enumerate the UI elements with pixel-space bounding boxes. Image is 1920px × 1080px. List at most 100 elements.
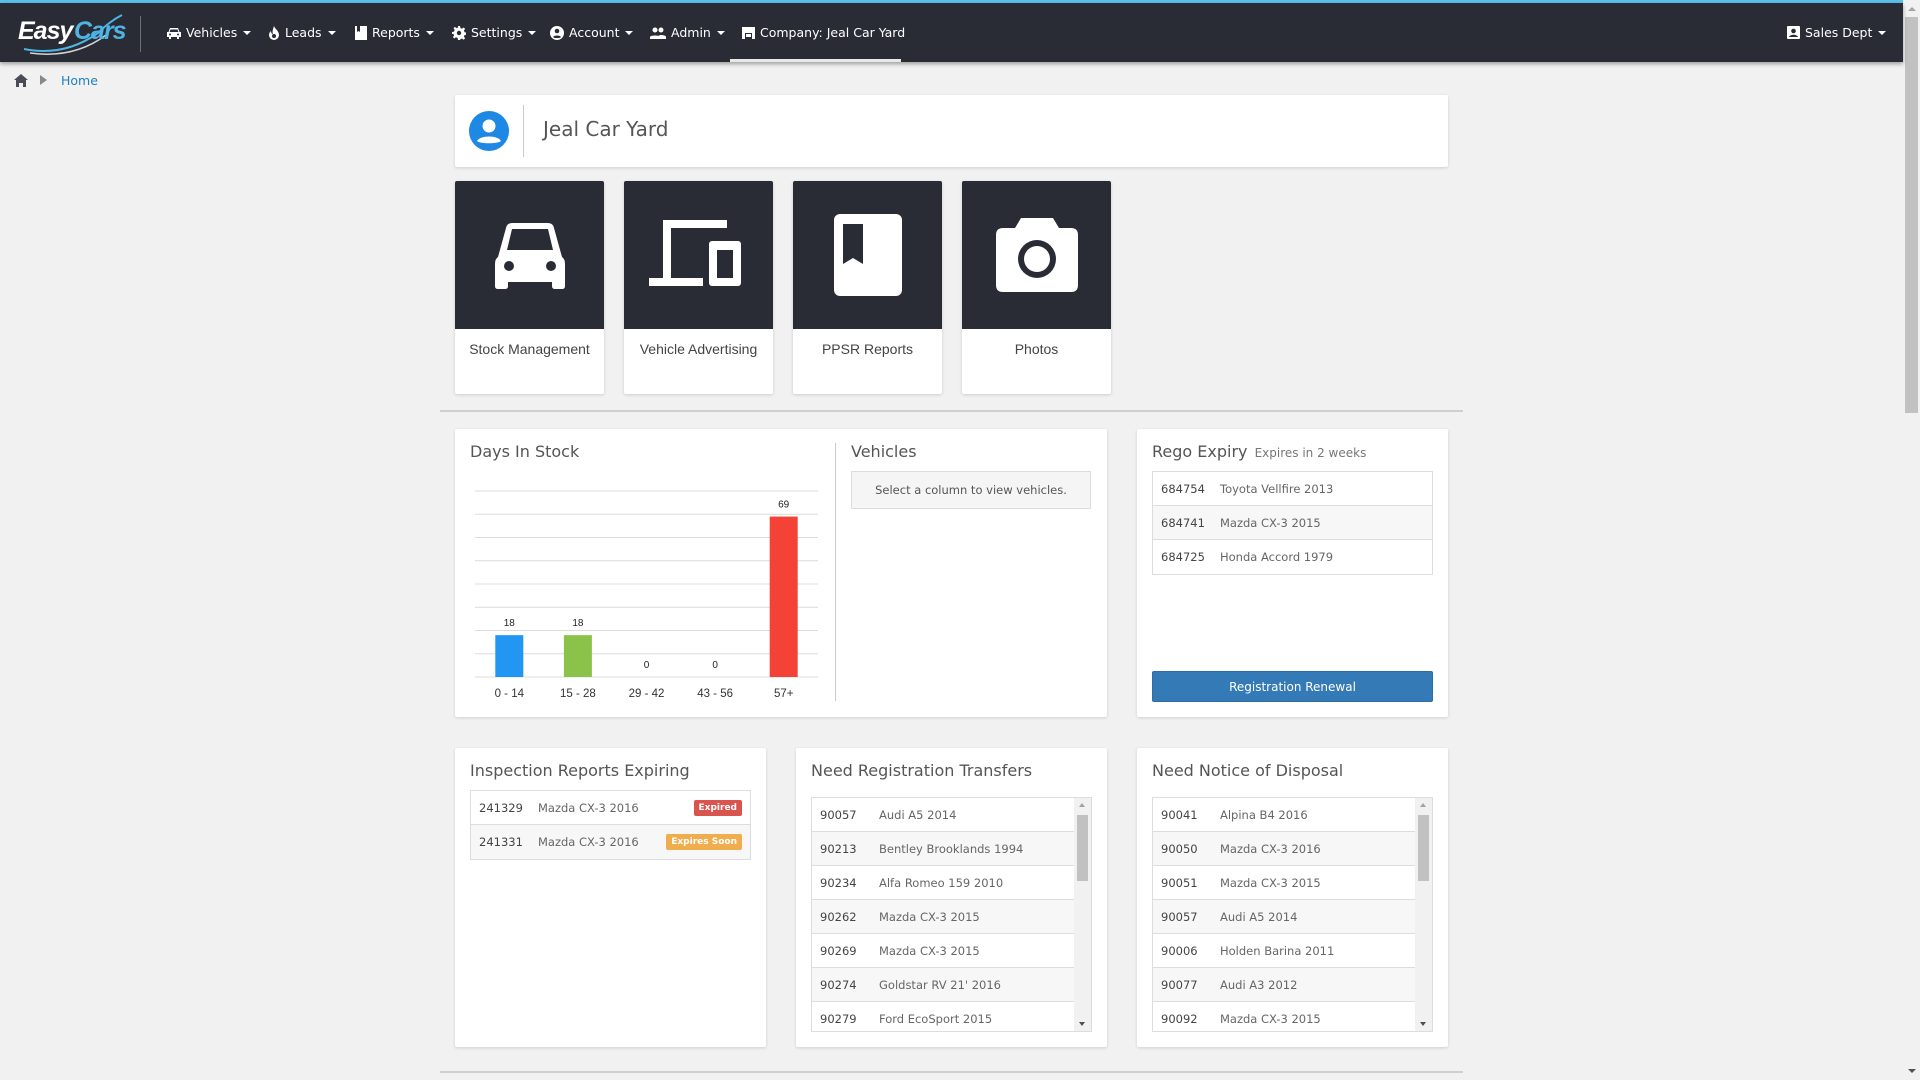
vehicle-id: 90006 [1161,943,1198,958]
list-item[interactable]: 684725 Honda Accord 1979 [1153,540,1432,574]
vehicle-name: Holden Barina 2011 [1220,943,1335,958]
list-item[interactable]: 684741 Mazda CX-3 2015 [1153,506,1432,540]
nav-sales-dept[interactable]: Sales Dept [1787,3,1887,62]
registration-transfers-scroll[interactable]: 90057 Audi A5 2014 90213 Bentley Brooklands… [811,797,1092,1032]
list-item[interactable]: 90279 Ford EcoSport 2015 [812,1002,1075,1031]
logo-text-easy: Easy [18,17,73,45]
scroll-down-arrow-icon[interactable] [1079,1022,1085,1026]
chevron-down-icon [716,30,725,35]
vehicle-name: Goldstar RV 21' 2016 [879,977,1001,992]
list-item[interactable]: 90234 Alfa Romeo 159 2010 [812,866,1075,900]
vehicles-title: Vehicles [851,442,917,461]
tile-photos[interactable]: Photos [962,181,1111,394]
rego-expiry-card: Rego Expiry Expires in 2 weeks 684754 Toy… [1137,429,1448,717]
nav-leads-label: Leads [285,25,322,40]
section-divider [440,1071,1463,1073]
list-item[interactable]: 90077 Audi A3 2012 [1153,968,1416,1002]
tile-label: Photos [1014,341,1059,357]
breadcrumb-home-link[interactable]: Home [61,73,98,88]
list-item[interactable]: 90050 Mazda CX-3 2016 [1153,832,1416,866]
rego-expiry-subtitle: Expires in 2 weeks [1254,446,1367,460]
nav-leads[interactable]: Leads [268,3,336,62]
nav-company[interactable]: Company: Jeal Car Yard [742,3,905,62]
chevron-down-icon [625,30,634,35]
nav-admin-label: Admin [671,25,711,40]
nav-vehicles[interactable]: Vehicles [167,3,252,62]
vehicles-placeholder: Select a column to view vehicles. [851,471,1091,509]
scroll-up-arrow-icon[interactable] [1908,7,1916,11]
vehicle-name: Alfa Romeo 159 2010 [879,875,1004,890]
list-scrollbar[interactable] [1415,798,1432,1031]
users-icon [650,27,666,39]
nav-settings[interactable]: Settings [452,3,537,62]
days-in-stock-card: Days In Stock 18 0 - 14 18 15 - 28 0 29 - 42 0… [455,429,1107,717]
scrollbar-thumb[interactable] [1905,17,1918,413]
chart-data-label: 69 [778,500,790,511]
page-scrollbar[interactable] [1903,0,1920,1080]
nav-admin[interactable]: Admin [650,3,725,62]
nav-reports[interactable]: Reports [355,3,434,62]
vehicle-id: 90057 [820,807,857,822]
easycars-logo[interactable]: Easy Cars [14,9,130,57]
nav-account[interactable]: Account [550,3,634,62]
chart-bar[interactable] [495,635,524,677]
vehicle-id: 90092 [1161,1012,1198,1026]
fire-icon [269,25,279,40]
vehicle-id: 90262 [820,909,857,924]
vehicle-name: Mazda CX-3 2015 [879,909,980,924]
registration-transfers-list: 90057 Audi A5 2014 90213 Bentley Brooklands… [812,798,1076,1031]
vehicle-id: 90051 [1161,875,1198,890]
list-item[interactable]: 90262 Mazda CX-3 2015 [812,900,1075,934]
scrollbar-thumb[interactable] [1077,815,1088,881]
nav-active-indicator [730,59,901,62]
chart-x-tick-label: 29 - 42 [629,688,665,700]
tile-ppsr-reports[interactable]: PPSR Reports [793,181,942,394]
list-item[interactable]: 90092 Mazda CX-3 2015 [1153,1002,1416,1031]
top-navbar: Easy Cars Vehicles Leads Reports Setting… [0,3,1903,62]
list-item[interactable]: 684754 Toyota Vellfire 2013 [1153,472,1432,506]
chart-bar[interactable] [769,516,798,677]
list-scrollbar[interactable] [1074,798,1091,1031]
nav-settings-label: Settings [471,25,523,40]
vehicle-name: Mazda CX-3 2015 [879,943,980,958]
logo-text-cars: Cars [74,17,127,45]
scrollbar-thumb[interactable] [1418,815,1429,881]
contact-card-icon [1787,26,1800,39]
list-item[interactable]: 241331 Mazda CX-3 2016 Expires Soon [471,825,750,859]
list-item[interactable]: 90274 Goldstar RV 21' 2016 [812,968,1075,1002]
vehicle-name: Honda Accord 1979 [1220,550,1334,564]
list-item[interactable]: 90057 Audi A5 2014 [812,798,1075,832]
list-item[interactable]: 90269 Mazda CX-3 2015 [812,934,1075,968]
car-icon [494,223,565,289]
tile-stock-management[interactable]: Stock Management [455,181,604,394]
gear-icon [452,25,466,40]
company-name: Jeal Car Yard [543,117,669,141]
list-item[interactable]: 90051 Mazda CX-3 2015 [1153,866,1416,900]
vehicle-id: 90279 [820,1012,857,1026]
vehicle-name: Audi A5 2014 [1220,909,1298,924]
nav-company-label: Company: Jeal Car Yard [760,25,906,40]
list-item[interactable]: 90213 Bentley Brooklands 1994 [812,832,1075,866]
home-icon[interactable] [14,73,28,87]
vehicle-id: 684741 [1161,515,1205,530]
chart-x-tick-label: 43 - 56 [697,688,733,700]
list-item[interactable]: 241329 Mazda CX-3 2016 Expired [471,791,750,825]
list-item[interactable]: 90041 Alpina B4 2016 [1153,798,1416,832]
scroll-up-arrow-icon[interactable] [1420,803,1426,807]
camera-icon [995,218,1078,292]
registration-transfers-card: Need Registration Transfers 90057 Audi A5… [796,748,1107,1047]
notice-of-disposal-scroll[interactable]: 90041 Alpina B4 2016 90050 Mazda CX-3 2016 9… [1152,797,1433,1032]
vehicle-name: Audi A5 2014 [879,807,957,822]
vehicle-name: Toyota Vellfire 2013 [1220,481,1334,496]
registration-renewal-button[interactable]: Registration Renewal [1152,671,1433,702]
list-item[interactable]: 90006 Holden Barina 2011 [1153,934,1416,968]
scroll-down-arrow-icon[interactable] [1908,1069,1916,1073]
tile-vehicle-advertising[interactable]: Vehicle Advertising [624,181,773,394]
vehicle-id: 90041 [1161,807,1198,822]
scroll-up-arrow-icon[interactable] [1079,803,1085,807]
chart-bar[interactable] [563,635,592,677]
list-item[interactable]: 90057 Audi A5 2014 [1153,900,1416,934]
vehicle-name: Audi A3 2012 [1220,977,1298,992]
scroll-down-arrow-icon[interactable] [1420,1022,1426,1026]
notice-of-disposal-title: Need Notice of Disposal [1152,761,1344,780]
